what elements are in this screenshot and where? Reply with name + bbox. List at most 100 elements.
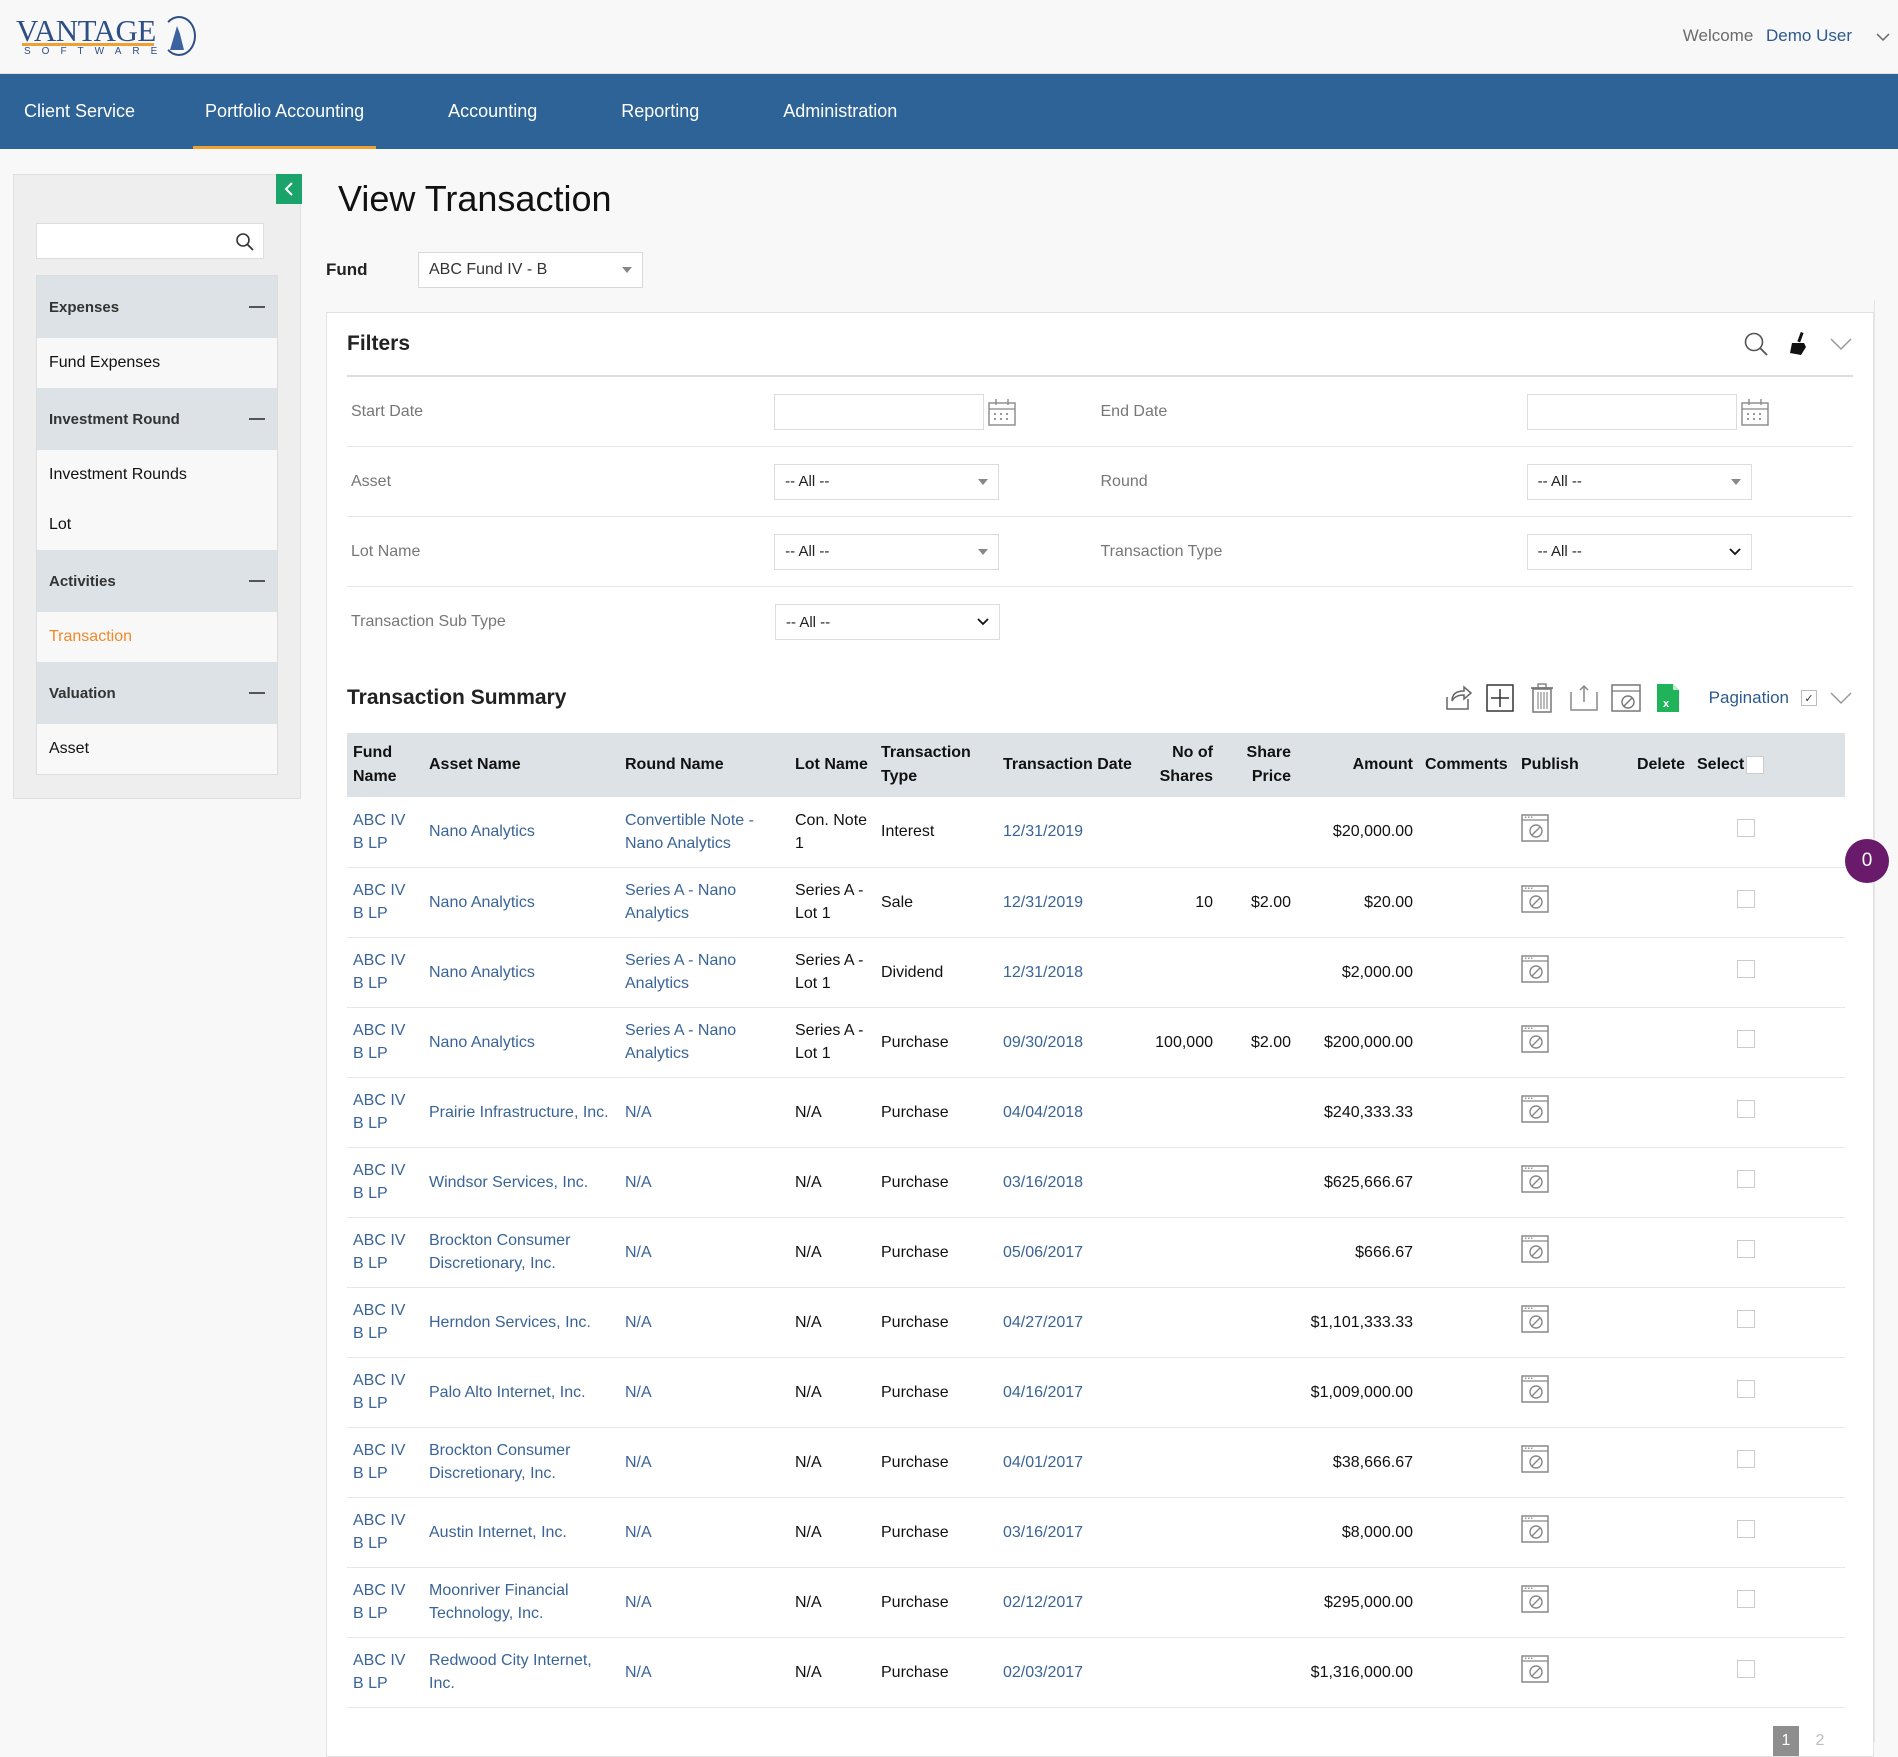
notification-badge[interactable]: 0 [1845, 839, 1889, 883]
col-lot-name[interactable]: Lot Name [789, 733, 875, 797]
cell-fund-name[interactable]: ABC IV B LP [347, 1287, 423, 1358]
fund-select[interactable]: ABC Fund IV - B [418, 252, 643, 288]
sidebar-item-investment-rounds[interactable]: Investment Rounds [37, 450, 277, 500]
collapse-minus-icon[interactable] [249, 580, 265, 582]
sidebar-item-transaction[interactable]: Transaction [37, 612, 277, 662]
excel-export-icon[interactable]: x [1653, 683, 1683, 713]
publish-icon[interactable] [1521, 1164, 1549, 1193]
cell-round-name[interactable]: Series A - Nano Analytics [619, 867, 789, 938]
cell-transaction-date[interactable]: 12/31/2019 [997, 867, 1147, 938]
cell-round-name[interactable]: N/A [619, 1357, 789, 1428]
row-select-checkbox[interactable] [1737, 1519, 1755, 1538]
col-delete[interactable]: Delete [1619, 733, 1691, 797]
trash-icon[interactable] [1527, 683, 1557, 713]
search-icon[interactable] [1743, 331, 1769, 357]
cell-fund-name[interactable]: ABC IV B LP [347, 1007, 423, 1078]
add-plus-icon[interactable] [1485, 683, 1515, 713]
clear-broom-icon[interactable] [1787, 331, 1811, 357]
cell-asset-name[interactable]: Moonriver Financial Technology, Inc. [423, 1567, 619, 1638]
row-select-checkbox[interactable] [1737, 1589, 1755, 1608]
col-share-price[interactable]: Share Price [1219, 733, 1297, 797]
nav-administration[interactable]: Administration [759, 74, 921, 149]
cell-round-name[interactable]: N/A [619, 1217, 789, 1288]
row-select-checkbox[interactable] [1737, 1379, 1755, 1398]
calendar-icon[interactable] [988, 398, 1016, 426]
cell-round-name[interactable]: N/A [619, 1567, 789, 1638]
publish-icon[interactable] [1521, 954, 1549, 983]
cell-fund-name[interactable]: ABC IV B LP [347, 1427, 423, 1498]
publish-icon[interactable] [1521, 1304, 1549, 1333]
publish-icon[interactable] [1521, 1514, 1549, 1543]
row-select-checkbox[interactable] [1737, 959, 1755, 978]
select-all-checkbox[interactable] [1746, 755, 1765, 774]
chevron-down-icon[interactable] [1829, 690, 1853, 706]
nav-reporting[interactable]: Reporting [597, 74, 723, 149]
cell-asset-name[interactable]: Windsor Services, Inc. [423, 1147, 619, 1218]
row-select-checkbox[interactable] [1737, 1309, 1755, 1328]
user-name-link[interactable]: Demo User [1766, 26, 1852, 45]
pagination-checkbox[interactable]: ✓ [1801, 690, 1817, 706]
cell-transaction-date[interactable]: 04/16/2017 [997, 1357, 1147, 1428]
col-publish[interactable]: Publish [1515, 733, 1619, 797]
cell-transaction-date[interactable]: 02/12/2017 [997, 1567, 1147, 1638]
row-select-checkbox[interactable] [1737, 819, 1755, 838]
cell-asset-name[interactable]: Palo Alto Internet, Inc. [423, 1357, 619, 1428]
row-select-checkbox[interactable] [1737, 889, 1755, 908]
sidebar-collapse-button[interactable] [276, 174, 302, 204]
cell-transaction-date[interactable]: 02/03/2017 [997, 1637, 1147, 1708]
publish-icon[interactable] [1521, 1234, 1549, 1263]
col-transaction-date[interactable]: Transaction Date [997, 733, 1147, 797]
cell-round-name[interactable]: Convertible Note - Nano Analytics [619, 797, 789, 868]
cell-round-name[interactable]: N/A [619, 1497, 789, 1568]
cell-asset-name[interactable]: Brockton Consumer Discretionary, Inc. [423, 1217, 619, 1288]
upload-icon[interactable] [1569, 683, 1599, 713]
cell-round-name[interactable]: Series A - Nano Analytics [619, 1007, 789, 1078]
sidebar-item-asset[interactable]: Asset [37, 724, 277, 774]
cell-asset-name[interactable]: Redwood City Internet, Inc. [423, 1637, 619, 1708]
publish-icon[interactable] [1521, 1024, 1549, 1053]
cell-transaction-date[interactable]: 04/04/2018 [997, 1077, 1147, 1148]
sidebar-section-activities[interactable]: Activities [37, 550, 277, 612]
cell-round-name[interactable]: N/A [619, 1147, 789, 1218]
row-select-checkbox[interactable] [1737, 1029, 1755, 1048]
sidebar-item-fund-expenses[interactable]: Fund Expenses [37, 338, 277, 388]
page-1-button[interactable]: 1 [1773, 1725, 1799, 1756]
sidebar-search-field[interactable] [36, 223, 264, 259]
sidebar-item-lot[interactable]: Lot [37, 500, 277, 550]
col-amount[interactable]: Amount [1297, 733, 1419, 797]
col-no-of-shares[interactable]: No of Shares [1147, 733, 1219, 797]
cell-fund-name[interactable]: ABC IV B LP [347, 1567, 423, 1638]
col-transaction-type[interactable]: Transaction Type [875, 733, 997, 797]
nav-client-service[interactable]: Client Service [0, 74, 159, 149]
transaction-type-select[interactable]: -- All -- [1526, 533, 1752, 570]
cell-transaction-date[interactable]: 12/31/2019 [997, 797, 1147, 868]
nav-accounting[interactable]: Accounting [424, 74, 561, 149]
row-select-checkbox[interactable] [1737, 1169, 1755, 1188]
lot-name-select[interactable]: -- All -- [774, 533, 1000, 570]
collapse-minus-icon[interactable] [249, 692, 265, 694]
col-asset-name[interactable]: Asset Name [423, 733, 619, 797]
cell-asset-name[interactable]: Nano Analytics [423, 867, 619, 938]
publish-icon[interactable] [1521, 1584, 1549, 1613]
search-icon[interactable] [235, 232, 255, 252]
share-export-icon[interactable] [1443, 683, 1473, 713]
collapse-minus-icon[interactable] [249, 306, 265, 308]
chevron-down-icon[interactable] [1829, 336, 1853, 352]
cell-fund-name[interactable]: ABC IV B LP [347, 1217, 423, 1288]
cell-transaction-date[interactable]: 12/31/2018 [997, 937, 1147, 1008]
cell-round-name[interactable]: N/A [619, 1427, 789, 1498]
cell-round-name[interactable]: Series A - Nano Analytics [619, 937, 789, 1008]
col-round-name[interactable]: Round Name [619, 733, 789, 797]
cell-fund-name[interactable]: ABC IV B LP [347, 937, 423, 1008]
start-date-input[interactable] [774, 393, 985, 430]
calendar-icon[interactable] [1740, 398, 1769, 426]
row-select-checkbox[interactable] [1737, 1449, 1755, 1468]
sidebar-section-valuation[interactable]: Valuation [37, 662, 277, 724]
cell-fund-name[interactable]: ABC IV B LP [347, 1637, 423, 1708]
row-select-checkbox[interactable] [1737, 1239, 1755, 1258]
page-2-button[interactable]: 2 [1807, 1726, 1833, 1756]
cell-fund-name[interactable]: ABC IV B LP [347, 797, 423, 868]
cell-asset-name[interactable]: Nano Analytics [423, 1007, 619, 1078]
publish-icon[interactable] [1521, 814, 1549, 842]
cell-asset-name[interactable]: Nano Analytics [423, 937, 619, 1008]
